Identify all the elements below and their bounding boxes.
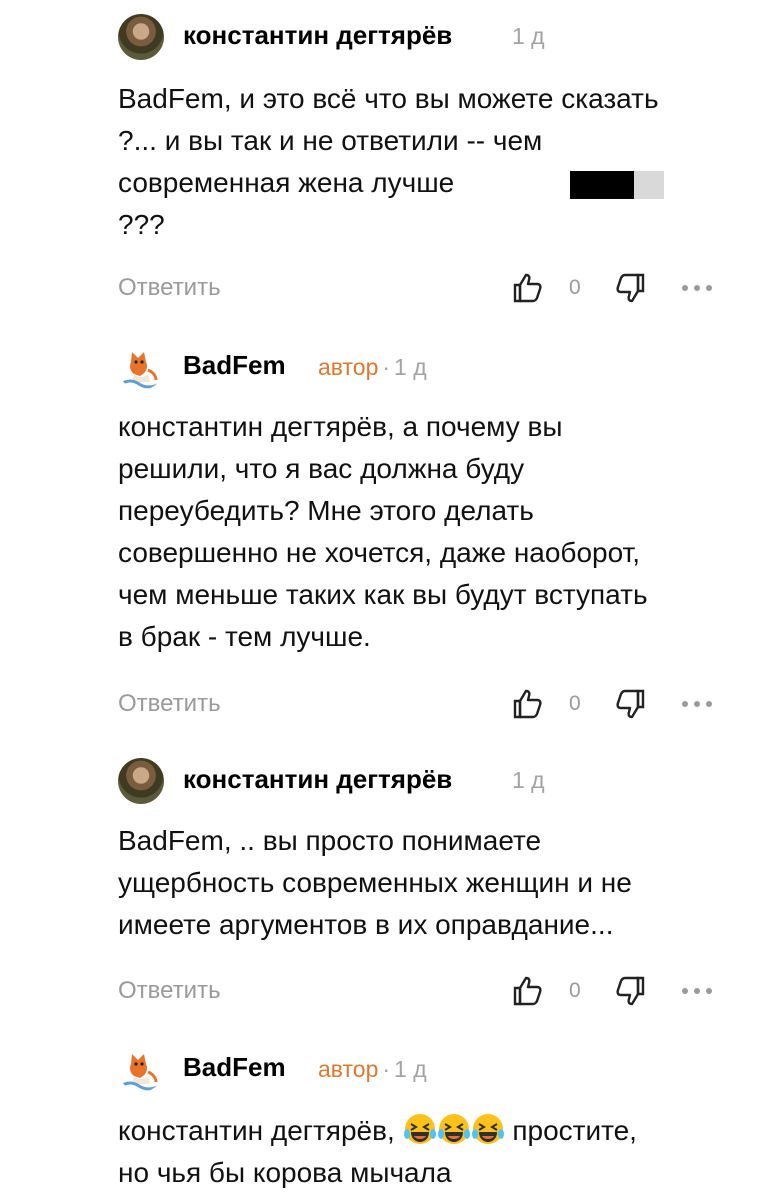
more-dots-icon[interactable] [680, 283, 714, 293]
separator-dot: · [382, 1056, 391, 1082]
author-badge: автор [318, 1056, 379, 1082]
author-name[interactable]: BadFem [183, 350, 286, 381]
comment-time: 1 д [512, 23, 545, 49]
separator-dot: · [382, 354, 391, 380]
comment-text: константин дегтярёв, простите, но чья бы… [118, 1110, 738, 1194]
comment-line: в брак - тем лучше. [118, 621, 371, 652]
comment-line: BadFem, и это всё что вы можете сказать [118, 83, 659, 114]
comment-meta: автор · 1 д [318, 354, 427, 381]
comment-line: совершенно не хочется, даже наоборот, [118, 537, 641, 568]
thumb-down-icon[interactable] [612, 975, 646, 1009]
comment-text: константин дегтярёв, а почему вы решили,… [118, 406, 738, 658]
comment-line: BadFem, .. вы просто понимаете [118, 825, 542, 856]
laughing-emoji-icon [403, 1114, 436, 1144]
comment-line: ?... и вы так и не ответили -- чем [118, 125, 543, 156]
like-count: 0 [569, 276, 581, 299]
comment-line: чем меньше таких как вы будут вступать [118, 579, 648, 610]
comment-line: решили, что я вас должна буду [118, 453, 525, 484]
reply-button[interactable]: Ответить [118, 977, 221, 1005]
fox-avatar-icon[interactable] [118, 344, 164, 390]
comment-line: константин дегтярёв, простите, [118, 1110, 738, 1152]
thumb-down-icon[interactable] [612, 272, 646, 306]
comment-time: 1 д [394, 1056, 427, 1082]
comment-text: BadFem, .. вы просто понимаете ущербност… [118, 820, 738, 946]
like-count: 0 [569, 692, 581, 715]
comment-time: 1 д [512, 767, 545, 793]
fox-avatar-icon[interactable] [118, 1046, 164, 1092]
comment-line: ??? [118, 209, 165, 240]
reply-button[interactable]: Ответить [118, 274, 221, 302]
more-dots-icon[interactable] [680, 986, 714, 996]
author-name[interactable]: константин дегтярёв [183, 764, 452, 795]
thumb-up-icon[interactable] [512, 686, 546, 720]
like-count: 0 [569, 979, 581, 1002]
thumb-up-icon[interactable] [512, 270, 546, 304]
comment-line: но чья бы корова мычала [118, 1157, 452, 1188]
comment-line: современная жена лучше [118, 162, 738, 204]
thumb-down-icon[interactable] [612, 688, 646, 722]
comment-line: переубедить? Мне этого делать [118, 495, 534, 526]
comment-line: имеете аргументов в их оправдание... [118, 909, 614, 940]
laughing-emoji-icon [471, 1114, 504, 1144]
comment-line-text: константин дегтярёв, [118, 1115, 395, 1146]
comment-line: ущербность современных женщин и не [118, 867, 632, 898]
author-name[interactable]: BadFem [183, 1052, 286, 1083]
laughing-emoji-icon [437, 1114, 470, 1144]
more-dots-icon[interactable] [680, 699, 714, 709]
comment-time: 1 д [394, 354, 427, 380]
avatar[interactable] [118, 14, 164, 60]
comment-meta: автор · 1 д [318, 1056, 427, 1083]
author-badge: автор [318, 354, 379, 380]
censored-image [570, 169, 664, 199]
comment-line: константин дегтярёв, а почему вы [118, 411, 563, 442]
comment-line-text: современная жена лучше [118, 167, 455, 198]
author-name[interactable]: константин дегтярёв [183, 20, 452, 51]
comment-line-text: простите, [512, 1115, 637, 1146]
comment-text: BadFem, и это всё что вы можете сказать … [118, 78, 738, 246]
thumb-up-icon[interactable] [512, 973, 546, 1007]
reply-button[interactable]: Ответить [118, 690, 221, 718]
avatar[interactable] [118, 758, 164, 804]
